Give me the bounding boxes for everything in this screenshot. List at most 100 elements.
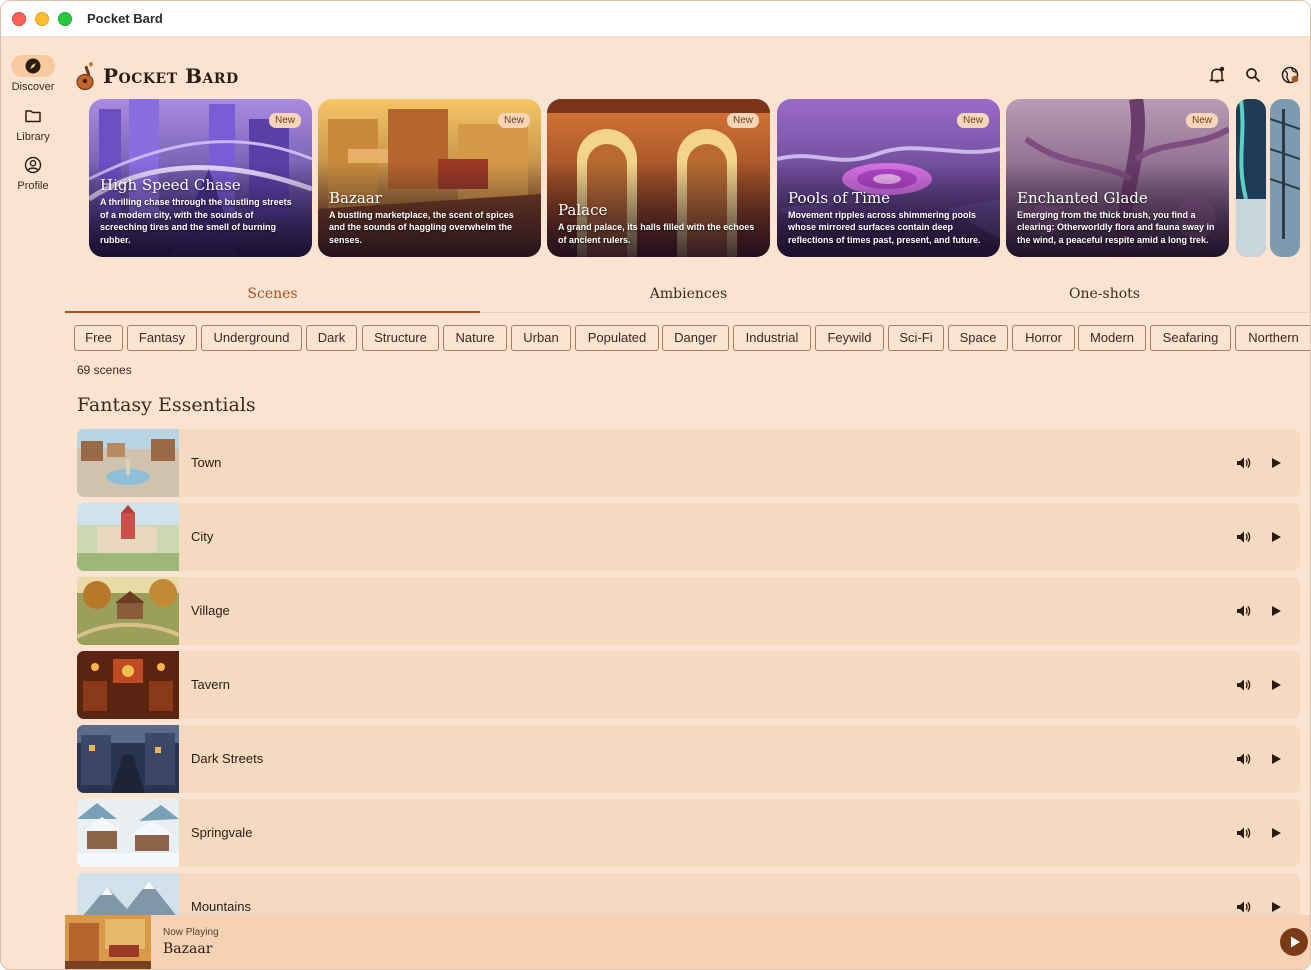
scene-list: Town City Village Tavern Dark Streets Sp…	[77, 429, 1300, 915]
sidebar-item-label: Profile	[17, 180, 49, 192]
globe-icon[interactable]	[1280, 65, 1300, 85]
filter-chip[interactable]: Populated	[575, 325, 659, 351]
window-title: Pocket Bard	[87, 11, 163, 26]
scene-row-dark-streets[interactable]: Dark Streets	[77, 725, 1300, 793]
card-title: Palace	[558, 201, 608, 219]
scene-name: City	[191, 529, 214, 544]
featured-card[interactable]: New Enchanted Glade Emerging from the th…	[1006, 99, 1229, 257]
scene-row-mountains[interactable]: Mountains	[77, 873, 1300, 915]
card-text: High Speed Chase A thrilling chase throu…	[100, 176, 302, 246]
featured-carousel: New High Speed Chase A thrilling chase t…	[89, 99, 1310, 257]
filter-chip[interactable]: Modern	[1078, 325, 1146, 351]
play-icon[interactable]	[1269, 678, 1283, 692]
scene-thumbnail	[77, 577, 179, 645]
play-button[interactable]	[1280, 928, 1308, 956]
header-actions	[1207, 65, 1307, 85]
volume-icon[interactable]	[1235, 899, 1251, 915]
volume-icon[interactable]	[1235, 455, 1251, 471]
filter-chip[interactable]: Urban	[511, 325, 571, 351]
filter-chip[interactable]: Feywild	[815, 325, 884, 351]
section-title: Fantasy Essentials	[77, 394, 256, 416]
filter-chip[interactable]: Dark	[306, 325, 357, 351]
folder-icon	[11, 105, 55, 127]
filter-chip[interactable]: Northern	[1235, 325, 1310, 351]
featured-card-partial[interactable]	[1236, 99, 1266, 257]
card-description: Emerging from the thick brush, you find …	[1017, 209, 1215, 245]
card-text: Bazaar A bustling marketplace, the scent…	[329, 189, 531, 247]
scene-name: Springvale	[191, 825, 253, 840]
filter-chip[interactable]: Underground	[201, 325, 302, 351]
scene-row-village[interactable]: Village	[77, 577, 1300, 645]
filter-chip[interactable]: Danger	[662, 325, 729, 351]
scene-row-springvale[interactable]: Springvale	[77, 799, 1300, 867]
volume-icon[interactable]	[1235, 677, 1251, 693]
volume-icon[interactable]	[1235, 603, 1251, 619]
filter-chip[interactable]: Fantasy	[127, 325, 197, 351]
card-art	[1270, 99, 1300, 257]
featured-card[interactable]: New Pools of Time Movement ripples acros…	[777, 99, 1000, 257]
new-badge: New	[726, 113, 759, 128]
tab-ambiences[interactable]: Ambiences	[481, 281, 896, 313]
filter-chip[interactable]: Horror	[1012, 325, 1075, 351]
sidebar-item-discover[interactable]: Discover	[1, 55, 65, 101]
scene-name: Village	[191, 603, 230, 618]
search-icon[interactable]	[1243, 65, 1263, 85]
sidebar-item-profile[interactable]: Profile	[1, 154, 65, 200]
sidebar-item-library[interactable]: Library	[1, 105, 65, 151]
filter-chip[interactable]: Sci-Fi	[888, 325, 944, 351]
now-playing-thumbnail	[65, 915, 151, 969]
new-badge: New	[956, 113, 989, 128]
play-icon[interactable]	[1269, 530, 1283, 544]
volume-icon[interactable]	[1235, 751, 1251, 767]
volume-icon[interactable]	[1235, 529, 1251, 545]
scene-thumbnail	[77, 799, 179, 867]
featured-card[interactable]: New Bazaar A bustling marketplace, the s…	[318, 99, 541, 257]
volume-icon[interactable]	[1235, 825, 1251, 841]
scene-row-city[interactable]: City	[77, 503, 1300, 571]
scene-thumbnail	[77, 725, 179, 793]
play-icon[interactable]	[1269, 752, 1283, 766]
compass-icon	[11, 55, 55, 77]
close-window-button[interactable]	[12, 12, 26, 26]
app-logo: Pocket Bard	[75, 59, 239, 93]
featured-card-partial[interactable]	[1270, 99, 1300, 257]
scene-name: Tavern	[191, 677, 231, 692]
card-text: Pools of Time Movement ripples across sh…	[788, 189, 990, 247]
scene-row-town[interactable]: Town	[77, 429, 1300, 497]
sidebar-item-label: Library	[16, 131, 50, 143]
zoom-window-button[interactable]	[58, 12, 72, 26]
filter-chip[interactable]: Seafaring	[1150, 325, 1231, 351]
scene-thumbnail	[77, 651, 179, 719]
card-text: Enchanted Glade Emerging from the thick …	[1017, 189, 1219, 247]
card-title: High Speed Chase	[100, 176, 241, 194]
now-playing-bar[interactable]: Now Playing Bazaar	[65, 915, 1310, 969]
play-icon[interactable]	[1269, 900, 1283, 914]
play-icon[interactable]	[1269, 456, 1283, 470]
user-circle-icon	[11, 154, 55, 176]
filter-chip[interactable]: Space	[948, 325, 1008, 351]
play-icon[interactable]	[1269, 826, 1283, 840]
featured-card[interactable]: New Palace A grand palace, its halls fil…	[547, 99, 770, 257]
scene-thumbnail	[77, 503, 179, 571]
sidebar: Discover Library Profile	[1, 37, 65, 969]
card-text: Palace A grand palace, its halls filled …	[558, 201, 760, 246]
title-bar: Pocket Bard	[1, 1, 1310, 37]
scene-row-tavern[interactable]: Tavern	[77, 651, 1300, 719]
new-badge: New	[1185, 113, 1218, 128]
new-badge: New	[268, 113, 301, 128]
filter-chip[interactable]: Industrial	[733, 325, 811, 351]
filter-chip[interactable]: Free	[74, 325, 123, 351]
card-description: Movement ripples across shimmering pools…	[788, 209, 981, 245]
tab-one-shots[interactable]: One-shots	[897, 281, 1310, 313]
card-description: A grand palace, its halls filled with th…	[558, 222, 755, 245]
tab-scenes[interactable]: Scenes	[65, 281, 480, 313]
bell-icon[interactable]	[1207, 65, 1227, 85]
featured-card[interactable]: New High Speed Chase A thrilling chase t…	[89, 99, 312, 257]
scene-name: Town	[191, 455, 222, 470]
play-icon[interactable]	[1269, 604, 1283, 618]
sidebar-item-label: Discover	[11, 81, 55, 93]
filter-chip[interactable]: Structure	[362, 325, 439, 351]
card-description: A bustling marketplace, the scent of spi…	[329, 209, 514, 245]
minimize-window-button[interactable]	[35, 12, 49, 26]
filter-chip[interactable]: Nature	[443, 325, 507, 351]
